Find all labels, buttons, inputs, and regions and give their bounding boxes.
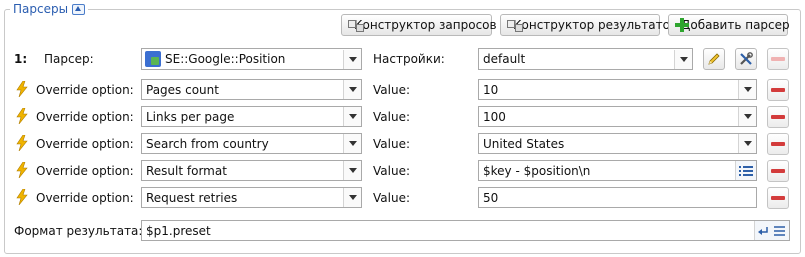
override-option-value: Pages count xyxy=(146,82,219,97)
parser-index: 1: xyxy=(14,52,28,66)
override-value-select[interactable]: United States xyxy=(478,133,757,154)
edit-settings-button[interactable] xyxy=(703,48,725,70)
override-option-value: Search from country xyxy=(146,136,269,151)
override-option-label: Override option: xyxy=(36,191,134,205)
list-icon xyxy=(739,165,753,176)
result-format-tools[interactable] xyxy=(754,221,789,240)
remove-override-button[interactable] xyxy=(767,187,789,209)
tools-button[interactable] xyxy=(735,48,757,70)
override-option-select[interactable]: Request retries xyxy=(141,187,362,208)
result-format-input[interactable]: $p1.preset xyxy=(141,220,790,241)
override-option-label: Override option: xyxy=(36,164,134,178)
tools-icon xyxy=(740,52,753,65)
chevron-down-icon xyxy=(343,80,361,99)
bolt-icon xyxy=(16,81,28,97)
override-option-select[interactable]: Links per page xyxy=(141,106,362,127)
parser-label: Парсер: xyxy=(44,52,94,66)
collapse-icon[interactable] xyxy=(72,3,86,15)
query-builder-button[interactable]: Конструктор запросов xyxy=(341,14,497,36)
result-builder-label: Конструктор результатов xyxy=(513,18,677,32)
minus-icon xyxy=(771,57,785,61)
minus-icon xyxy=(771,115,785,119)
remove-override-button[interactable] xyxy=(767,106,789,128)
chevron-down-icon xyxy=(674,49,692,69)
override-value-text: 10 xyxy=(483,82,499,97)
bolt-icon xyxy=(16,135,28,151)
parsers-group xyxy=(4,9,801,254)
override-value-select[interactable]: 10 xyxy=(478,79,757,100)
parser-select[interactable]: SE::Google::Position xyxy=(141,48,362,70)
override-value-label: Value: xyxy=(373,110,410,124)
settings-label: Настройки: xyxy=(373,52,445,66)
override-value-input[interactable]: $key - $position\n xyxy=(478,160,757,181)
chevron-down-icon xyxy=(343,134,361,153)
settings-select[interactable]: default xyxy=(478,48,693,70)
chevron-down-icon xyxy=(343,49,361,69)
override-option-select[interactable]: Search from country xyxy=(141,133,362,154)
google-icon xyxy=(145,51,161,67)
override-option-value: Request retries xyxy=(146,190,238,205)
settings-select-value: default xyxy=(483,52,526,66)
bolt-icon xyxy=(16,189,28,205)
pencil-icon xyxy=(708,53,720,65)
override-value-text: United States xyxy=(483,136,565,151)
override-value-text: 100 xyxy=(483,109,506,124)
remove-parser-button[interactable] xyxy=(767,48,789,70)
query-builder-label: Конструктор запросов xyxy=(354,18,497,32)
chevron-down-icon xyxy=(343,161,361,180)
result-format-label: Формат результата: xyxy=(14,224,143,238)
override-value-text: 50 xyxy=(483,190,499,205)
override-value-label: Value: xyxy=(373,137,410,151)
chevron-down-icon xyxy=(738,80,756,99)
override-option-select[interactable]: Result format xyxy=(141,160,362,181)
override-option-value: Links per page xyxy=(146,109,235,124)
chevron-down-icon xyxy=(343,107,361,126)
result-builder-button[interactable]: Конструктор результатов xyxy=(500,14,677,36)
wrap-icon xyxy=(758,225,785,236)
override-option-value: Result format xyxy=(146,163,227,178)
minus-icon xyxy=(771,88,785,92)
override-value-input[interactable]: 50 xyxy=(478,187,757,208)
minus-icon xyxy=(771,196,785,200)
override-value-label: Value: xyxy=(373,191,410,205)
minus-icon xyxy=(771,142,785,146)
override-value-label: Value: xyxy=(373,164,410,178)
bolt-icon xyxy=(16,162,28,178)
add-parser-label: Добавить парсер xyxy=(681,18,790,32)
override-option-select[interactable]: Pages count xyxy=(141,79,362,100)
remove-override-button[interactable] xyxy=(767,133,789,155)
remove-override-button[interactable] xyxy=(767,79,789,101)
group-title: Парсеры xyxy=(13,2,69,16)
parser-select-value: SE::Google::Position xyxy=(165,52,286,66)
override-option-label: Override option: xyxy=(36,137,134,151)
list-button[interactable] xyxy=(735,161,756,180)
override-value-label: Value: xyxy=(373,83,410,97)
chevron-down-icon xyxy=(343,188,361,207)
override-value-text: $key - $position\n xyxy=(483,163,591,178)
group-legend: Парсеры xyxy=(10,2,89,16)
chevron-down-icon xyxy=(738,107,756,126)
minus-icon xyxy=(771,169,785,173)
bolt-icon xyxy=(16,108,28,124)
remove-override-button[interactable] xyxy=(767,160,789,182)
result-format-value: $p1.preset xyxy=(146,223,211,238)
add-parser-button[interactable]: Добавить парсер xyxy=(668,14,790,36)
override-option-label: Override option: xyxy=(36,110,134,124)
override-value-select[interactable]: 100 xyxy=(478,106,757,127)
chevron-down-icon xyxy=(738,134,756,153)
override-option-label: Override option: xyxy=(36,83,134,97)
